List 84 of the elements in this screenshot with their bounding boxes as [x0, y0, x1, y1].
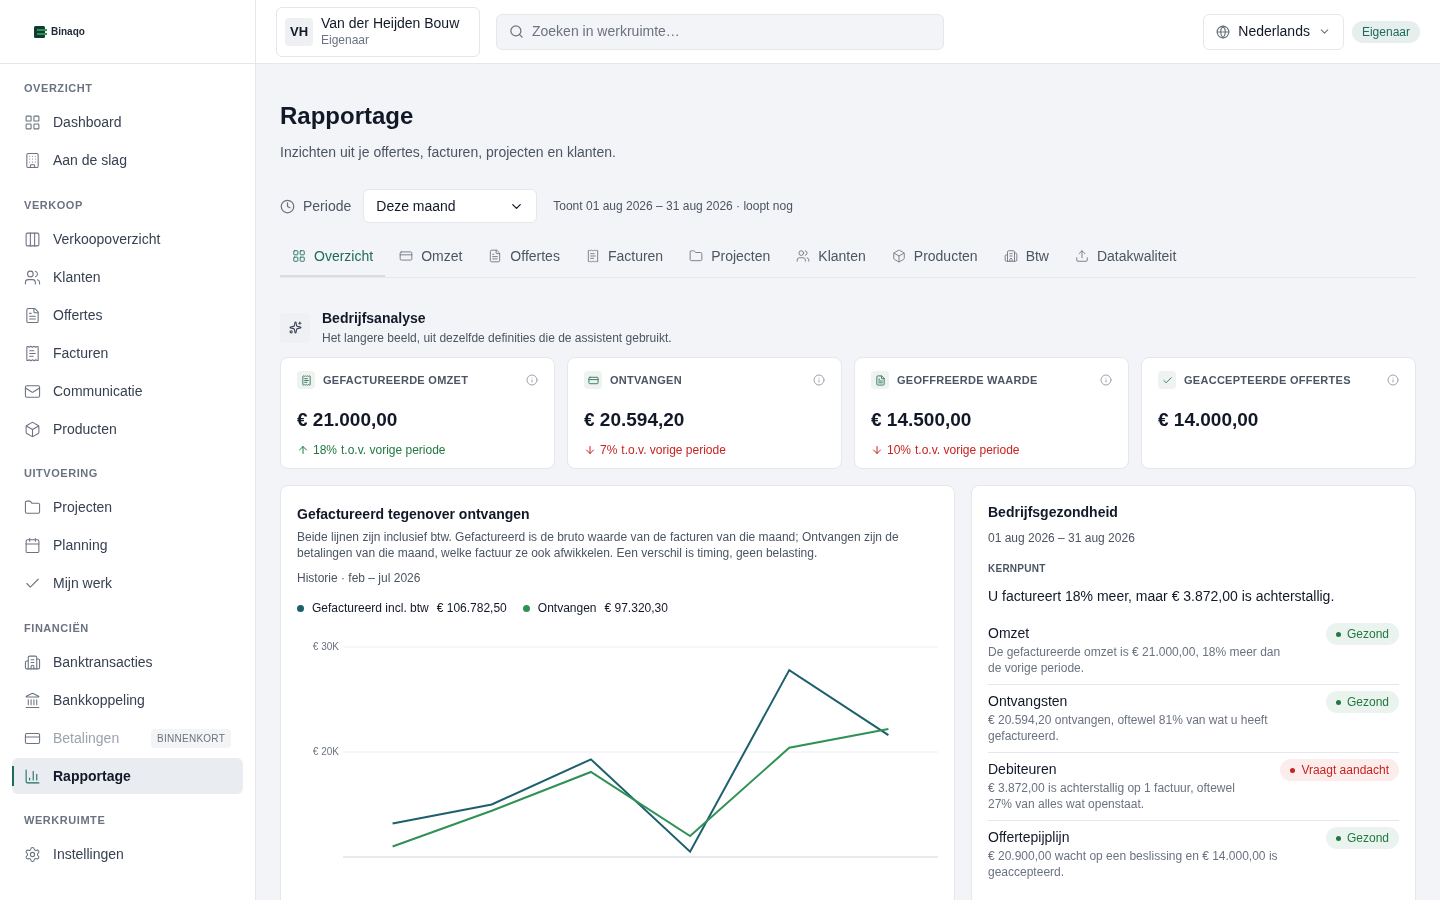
section-heading: UITVOERING	[23, 466, 99, 481]
section-subtitle: Het langere beeld, uit dezelfde definities die de assistent gebruikt.	[322, 330, 672, 347]
search-field[interactable]: Zoeken in werkruimte…	[496, 13, 944, 50]
legend-name: Gefactureerd incl. btw	[312, 600, 429, 617]
kpi-value: € 14.500,00	[871, 408, 973, 432]
section-heading: OVERZICHT	[23, 81, 94, 96]
tab[interactable]: Facturen	[573, 237, 676, 277]
health-text: € 20.900,00 wacht op een beslissing en € 14.000,00 is geaccepteerd.	[988, 848, 1279, 880]
section-heading: WERKRUIMTE	[23, 813, 107, 828]
key-label: KERNPUNT	[988, 562, 1047, 576]
legend-total: € 97.320,30	[604, 600, 668, 617]
language-select[interactable]: Nederlands	[1203, 13, 1344, 50]
key-text: U factureert 18% meer, maar € 3.872,00 is achterstallig.	[988, 587, 1336, 606]
kpi-label: GEACCEPTEERDE OFFERTES	[1184, 372, 1351, 388]
card-description: Beide lijnen zijn inclusief btw. Gefactureerd is de bruto waarde van de facturen van die maand; Ontvangen zijn de betalingen van die maand, welke factuur ze ook afwikkelen. Een verschil is timing, geen belasting.	[297, 529, 900, 561]
tab[interactable]: Projecten	[677, 237, 783, 277]
nav-item[interactable]: Mijn werk	[12, 565, 243, 602]
period-select[interactable]: Deze maand	[363, 189, 538, 223]
status-badge: Vraagt aandacht	[1280, 759, 1399, 781]
tab[interactable]: Klanten	[784, 237, 878, 277]
kpi-label: GEOFFREERDE WAARDE	[897, 372, 1038, 388]
kpi-value: € 14.000,00	[1158, 408, 1260, 432]
role-badge: Eigenaar	[1351, 20, 1420, 43]
tab[interactable]: Btw	[991, 237, 1061, 277]
page-subtitle: Inzichten uit je offertes, facturen, projecten en klanten.	[280, 143, 617, 162]
nav-item[interactable]: Dashboard	[12, 104, 243, 141]
nav-item[interactable]: Planning	[12, 527, 243, 564]
card-title: Bedrijfsgezondheid	[988, 503, 1119, 522]
nav-item[interactable]: Producten	[12, 411, 243, 447]
section-heading: FINANCIËN	[23, 620, 90, 636]
tab[interactable]: Producten	[879, 237, 990, 277]
legend-total: € 106.782,50	[436, 600, 507, 617]
nav-item[interactable]: Verkoopoverzicht	[12, 221, 243, 257]
tab[interactable]: Overzicht	[280, 237, 386, 277]
nav-item[interactable]: Communicatie	[12, 373, 243, 409]
axis-label: € 30K	[312, 641, 339, 652]
workspace-role: Eigenaar	[321, 32, 371, 48]
card-title: Gefactureerd tegenover ontvangen	[297, 505, 531, 524]
nav-item[interactable]: Instellingen	[12, 836, 243, 873]
nav-item[interactable]: Facturen	[12, 335, 243, 371]
nav-item[interactable]: Klanten	[12, 259, 243, 295]
health-text: € 3.872,00 is achterstallig op 1 factuur, oftewel 27% van alles wat openstaat.	[988, 780, 1236, 812]
legend-name: Ontvangen	[537, 600, 597, 617]
nav-item[interactable]: Banktransacties	[12, 644, 243, 680]
search-input[interactable]: Zoeken in werkruimte…	[532, 21, 931, 42]
tab[interactable]: Datakwaliteit	[1062, 237, 1189, 277]
health-text: De gefactureerde omzet is € 21.000,00, 18% meer dan de vorige periode.	[988, 644, 1282, 676]
kpi-comparison: t.o.v. vorige periode	[915, 441, 1020, 459]
kpi-comparison: t.o.v. vorige periode	[621, 441, 726, 459]
page-title: Rapportage	[280, 101, 415, 131]
period-label: Periode	[303, 196, 352, 216]
kpi-value: € 20.594,20	[584, 408, 686, 432]
nav-item[interactable]: Offertes	[12, 297, 243, 333]
history-range: Historie · feb – jul 2026	[297, 570, 422, 587]
kpi-label: GEFACTUREERDE OMZET	[323, 372, 469, 388]
axis-label: € 20K	[312, 746, 339, 757]
health-title: Debiteuren	[988, 760, 1058, 779]
logo-text: Binaqo	[51, 25, 85, 39]
status-badge: Gezond	[1325, 827, 1399, 849]
soon-badge: BINNENKORT	[151, 728, 231, 748]
health-title: Omzet	[988, 624, 1031, 643]
health-title: Ontvangsten	[988, 692, 1069, 711]
tab[interactable]: Offertes	[476, 237, 572, 277]
nav-item[interactable]: Aan de slag	[12, 142, 243, 179]
kpi-percent: 10%	[887, 441, 912, 459]
kpi-percent: 7%	[600, 441, 618, 459]
kpi-comparison: t.o.v. vorige periode	[341, 441, 446, 459]
status-badge: Gezond	[1325, 691, 1399, 713]
section-title: Bedrijfsanalyse	[322, 309, 427, 328]
nav-item[interactable]: Projecten	[12, 489, 243, 526]
workspace-avatar: VH	[285, 17, 313, 46]
kpi-label: ONTVANGEN	[610, 372, 682, 388]
kpi-value: € 21.000,00	[297, 408, 399, 432]
status-badge: Gezond	[1325, 623, 1399, 645]
section-heading: VERKOOP	[23, 197, 84, 213]
tab[interactable]: Omzet	[387, 237, 475, 277]
workspace-name: Van der Heijden Bouw	[321, 15, 460, 33]
card-period: 01 aug 2026 – 31 aug 2026	[988, 530, 1136, 547]
period-note: Toont 01 aug 2026 – 31 aug 2026 · loopt nog	[553, 198, 793, 215]
health-title: Offertepijplijn	[988, 828, 1071, 847]
kpi-percent: 18%	[313, 441, 338, 459]
nav-item[interactable]: Rapportage	[12, 758, 243, 794]
nav-item[interactable]: Bankkoppeling	[12, 682, 243, 718]
health-text: € 20.594,20 ontvangen, oftewel 81% van wat u heeft gefactureerd.	[988, 712, 1269, 744]
